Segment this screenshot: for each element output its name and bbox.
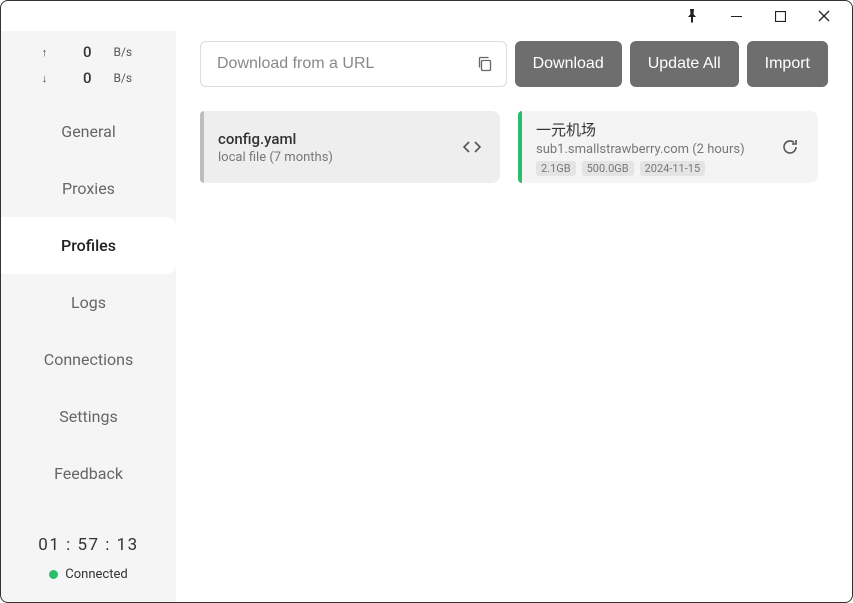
sidebar-item-proxies[interactable]: Proxies (1, 160, 176, 217)
download-arrow-icon: ↓ (40, 72, 50, 85)
refresh-button[interactable] (776, 133, 804, 161)
card-body: config.yaml local file (7 months) (218, 130, 458, 165)
sidebar-footer: 01 : 57 : 13 Connected (1, 523, 176, 602)
traffic-stats: ↑ 0 B/s ↓ 0 B/s (1, 31, 176, 97)
sidebar-item-logs[interactable]: Logs (1, 274, 176, 331)
profile-title: config.yaml (218, 130, 458, 148)
download-unit: B/s (114, 71, 138, 85)
refresh-icon (781, 138, 799, 156)
nav-label: Settings (59, 407, 117, 426)
profile-card-local[interactable]: config.yaml local file (7 months) (200, 111, 500, 183)
close-button[interactable] (802, 2, 846, 30)
card-stripe (518, 111, 522, 183)
nav-label: General (61, 122, 115, 141)
nav-menu: General Proxies Profiles Logs Connection… (1, 103, 176, 502)
profile-subtitle: sub1.smallstrawberry.com (2 hours) (536, 142, 776, 157)
badge-expiry: 2024-11-15 (640, 161, 706, 176)
main-content: Download Update All Import config.yaml l… (176, 31, 852, 602)
pin-icon (686, 9, 698, 23)
profile-subtitle: local file (7 months) (218, 150, 458, 165)
sidebar-item-connections[interactable]: Connections (1, 331, 176, 388)
profile-badges: 2.1GB 500.0GB 2024-11-15 (536, 161, 776, 176)
maximize-button[interactable] (758, 2, 802, 30)
nav-label: Proxies (62, 179, 115, 198)
status-dot-icon (49, 570, 58, 579)
card-stripe (200, 111, 204, 183)
download-value: 0 (72, 69, 92, 87)
badge-used: 2.1GB (536, 161, 576, 176)
upload-stat: ↑ 0 B/s (1, 39, 176, 65)
maximize-icon (775, 11, 786, 22)
edit-code-button[interactable] (458, 133, 486, 161)
connection-status: Connected (1, 567, 176, 582)
uptime-clock: 01 : 57 : 13 (1, 535, 176, 555)
profile-cards: config.yaml local file (7 months) 一元机场 s… (200, 111, 828, 183)
update-all-button[interactable]: Update All (630, 41, 739, 87)
card-body: 一元机场 sub1.smallstrawberry.com (2 hours) … (536, 119, 776, 176)
import-button[interactable]: Import (747, 41, 828, 87)
nav-label: Connections (44, 350, 133, 369)
minimize-icon (731, 11, 742, 22)
download-button[interactable]: Download (515, 41, 622, 87)
pin-button[interactable] (670, 2, 714, 30)
paste-button[interactable] (470, 49, 500, 79)
nav-label: Feedback (54, 464, 123, 483)
minimize-button[interactable] (714, 2, 758, 30)
badge-total: 500.0GB (582, 161, 634, 176)
profile-card-remote[interactable]: 一元机场 sub1.smallstrawberry.com (2 hours) … (518, 111, 818, 183)
code-icon (462, 139, 482, 155)
url-input[interactable] (215, 54, 470, 74)
upload-arrow-icon: ↑ (40, 46, 50, 59)
titlebar (1, 1, 852, 31)
download-stat: ↓ 0 B/s (1, 65, 176, 91)
upload-value: 0 (72, 43, 92, 61)
sidebar-item-general[interactable]: General (1, 103, 176, 160)
sidebar-item-profiles[interactable]: Profiles (1, 217, 176, 274)
sidebar-item-feedback[interactable]: Feedback (1, 445, 176, 502)
upload-unit: B/s (114, 45, 138, 59)
profile-title: 一元机场 (536, 119, 776, 140)
copy-icon (476, 55, 494, 73)
nav-label: Logs (71, 293, 106, 312)
sidebar-item-settings[interactable]: Settings (1, 388, 176, 445)
profiles-toolbar: Download Update All Import (200, 41, 828, 87)
status-label: Connected (65, 567, 127, 582)
sidebar: ↑ 0 B/s ↓ 0 B/s General Proxies Profiles… (1, 31, 176, 602)
url-input-container (200, 41, 507, 87)
nav-label: Profiles (61, 236, 116, 255)
close-icon (818, 10, 830, 22)
